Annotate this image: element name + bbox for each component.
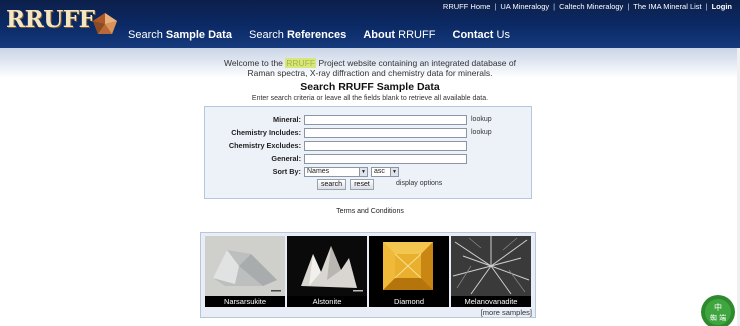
mineral-input[interactable] xyxy=(304,115,467,125)
chem-excludes-row: Chemistry Excludes: xyxy=(205,141,531,152)
chem-includes-row: Chemistry Includes: lookup xyxy=(205,128,531,139)
toplink-caltech-mineralogy[interactable]: Caltech Mineralogy xyxy=(559,2,623,11)
sample-photo xyxy=(369,236,449,296)
toplink-rruff-home[interactable]: RRUFF Home xyxy=(443,2,491,11)
mineral-lookup-link[interactable]: lookup xyxy=(471,116,492,123)
general-input[interactable] xyxy=(304,154,467,164)
logo-text: RRUFF xyxy=(6,6,95,33)
more-samples-link[interactable]: [more samples] xyxy=(481,308,532,317)
mineral-label: Mineral: xyxy=(273,115,301,124)
search-form: Mineral: lookup Chemistry Includes: look… xyxy=(204,106,532,199)
sample-card-diamond[interactable]: Diamond xyxy=(369,236,449,307)
sample-card-melanovanadite[interactable]: Melanovanadite xyxy=(451,236,531,307)
chem-excludes-label: Chemistry Excludes: xyxy=(228,141,301,150)
corner-badge-icon[interactable]: 中 蜘 端 xyxy=(696,292,740,326)
sort-by-select[interactable]: Names ▼ xyxy=(304,167,368,177)
rruff-highlight: RRUFF xyxy=(285,58,317,68)
general-label: General: xyxy=(271,154,301,163)
badge-text-top: 中 xyxy=(714,302,722,312)
toplink-ima-mineral-list[interactable]: The IMA Mineral List xyxy=(633,2,701,11)
sample-card-narsarsukite[interactable]: Narsarsukite xyxy=(205,236,285,307)
page-subtitle: Enter search criteria or leave all the f… xyxy=(251,95,489,102)
mineral-row: Mineral: lookup xyxy=(205,115,531,126)
sort-row: Sort By: Names ▼ asc ▼ xyxy=(205,167,531,178)
nav-search-references[interactable]: Search References xyxy=(249,29,346,41)
sample-name: Diamond xyxy=(393,297,424,306)
sample-card-alstonite[interactable]: Alstonite xyxy=(287,236,367,307)
buttons-row: search reset display options xyxy=(205,179,531,190)
badge-text-bottom: 蜘 端 xyxy=(710,313,726,322)
top-links-bar: RRUFF Home | UA Mineralogy | Caltech Mineral… xyxy=(442,2,732,11)
mineral-gem-icon xyxy=(93,13,117,34)
general-row: General: xyxy=(205,154,531,165)
site-header: RRUFF RRUFF Home | UA Mineralogy | Caltech M… xyxy=(0,0,740,48)
sample-photo xyxy=(287,236,367,296)
display-options-link[interactable]: display options xyxy=(396,180,442,187)
nav-contact-us[interactable]: Contact Us xyxy=(453,29,510,41)
sample-gallery: Narsarsukite Alstonite Diamond Melanovan… xyxy=(200,232,536,318)
sort-label: Sort By: xyxy=(272,167,301,176)
nav-search-sample-data[interactable]: Search Sample Data xyxy=(128,29,232,41)
terms-link[interactable]: Terms and Conditions xyxy=(0,208,740,215)
sample-name: Narsarsukite xyxy=(223,297,267,306)
welcome-text: Welcome to the RRUFF Project website con… xyxy=(224,58,516,78)
reset-button[interactable]: reset xyxy=(350,179,374,190)
rruff-logo[interactable]: RRUFF xyxy=(6,6,117,44)
chevron-down-icon: ▼ xyxy=(359,168,367,176)
sample-photo xyxy=(205,236,285,296)
chem-includes-input[interactable] xyxy=(304,128,467,138)
chem-includes-label: Chemistry Includes: xyxy=(231,128,301,137)
nav-about-rruff[interactable]: About RRUFF xyxy=(363,29,435,41)
main-nav: Search Sample Data Search References Abo… xyxy=(128,29,524,41)
chevron-down-icon: ▼ xyxy=(390,168,398,176)
login-link[interactable]: Login xyxy=(712,2,732,11)
chem-excludes-input[interactable] xyxy=(304,141,467,151)
toplink-ua-mineralogy[interactable]: UA Mineralogy xyxy=(500,2,549,11)
sample-name: Melanovanadite xyxy=(464,297,518,306)
sample-name: Alstonite xyxy=(312,297,342,306)
sample-photo xyxy=(451,236,531,296)
sort-order-select[interactable]: asc ▼ xyxy=(371,167,399,177)
page-title: Search RRUFF Sample Data xyxy=(300,81,440,93)
chem-includes-lookup-link[interactable]: lookup xyxy=(471,129,492,136)
search-button[interactable]: search xyxy=(317,179,346,190)
